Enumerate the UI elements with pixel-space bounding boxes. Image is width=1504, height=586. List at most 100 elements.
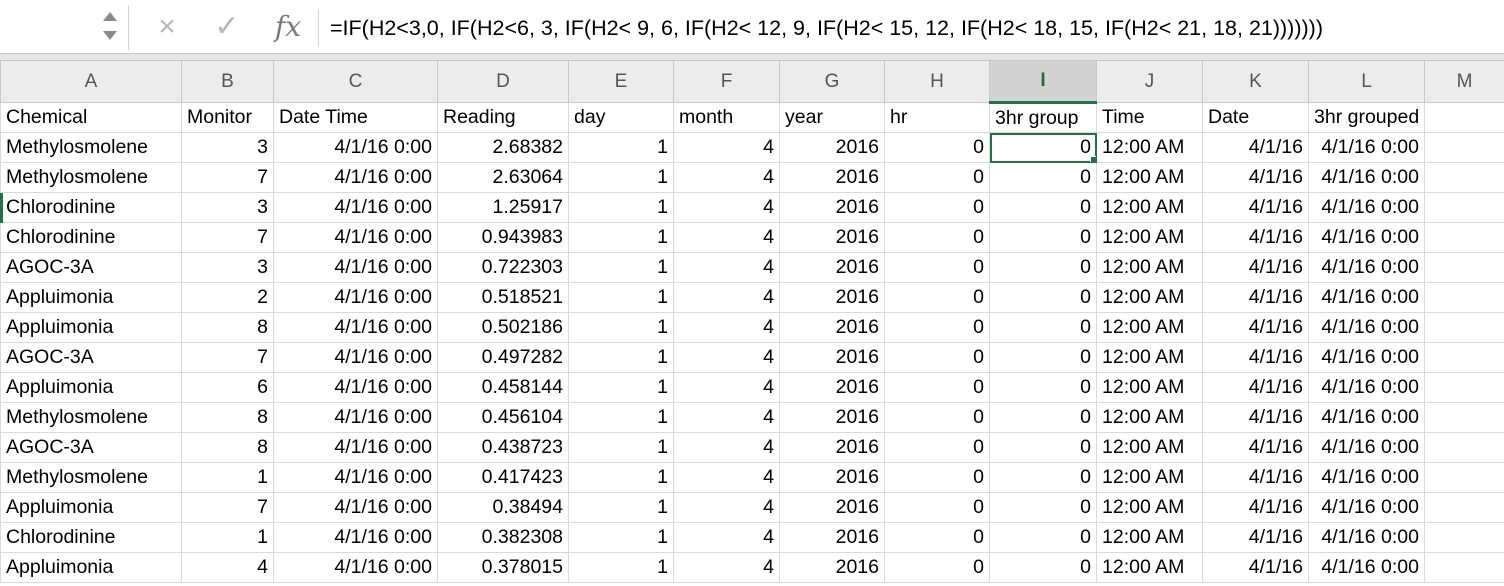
- cell[interactable]: 12:00 AM: [1096, 342, 1203, 373]
- column-header-f[interactable]: F: [673, 60, 780, 103]
- cell[interactable]: 0: [989, 342, 1097, 373]
- cell[interactable]: 0: [989, 222, 1097, 253]
- cell[interactable]: 0.438723: [437, 432, 569, 463]
- cell[interactable]: Methylosmolene: [0, 462, 182, 493]
- cell[interactable]: 0: [989, 312, 1097, 343]
- cell[interactable]: [1424, 102, 1504, 133]
- cell[interactable]: 2016: [779, 222, 885, 253]
- cell[interactable]: 1: [568, 432, 674, 463]
- cell[interactable]: 0.456104: [437, 402, 569, 433]
- cell[interactable]: [1424, 252, 1504, 283]
- cell[interactable]: 4/1/16 0:00: [1308, 342, 1425, 373]
- cell[interactable]: 1: [568, 372, 674, 403]
- cell[interactable]: 4: [673, 552, 780, 583]
- cell[interactable]: [1424, 132, 1504, 163]
- cell[interactable]: 4: [673, 522, 780, 553]
- cell[interactable]: [1424, 342, 1504, 373]
- cell[interactable]: 12:00 AM: [1096, 312, 1203, 343]
- cell[interactable]: 4: [673, 132, 780, 163]
- cell[interactable]: 4/1/16 0:00: [273, 342, 438, 373]
- cell[interactable]: 0: [884, 552, 990, 583]
- cell[interactable]: 4/1/16 0:00: [1308, 252, 1425, 283]
- cell[interactable]: [1424, 402, 1504, 433]
- cell[interactable]: 4/1/16 0:00: [1308, 462, 1425, 493]
- column-header-m[interactable]: M: [1424, 60, 1504, 103]
- cell[interactable]: 3hr group: [989, 102, 1097, 133]
- cell[interactable]: 4: [673, 432, 780, 463]
- cell[interactable]: 12:00 AM: [1096, 252, 1203, 283]
- cell[interactable]: 0: [884, 492, 990, 523]
- cell[interactable]: [1424, 192, 1504, 223]
- fx-icon[interactable]: fx: [270, 8, 306, 46]
- cell[interactable]: Chlorodinine: [0, 192, 182, 223]
- cell[interactable]: 4: [673, 342, 780, 373]
- cell[interactable]: AGOC-3A: [0, 342, 182, 373]
- cell[interactable]: 0: [989, 462, 1097, 493]
- cell[interactable]: 12:00 AM: [1096, 552, 1203, 583]
- column-header-k[interactable]: K: [1202, 60, 1309, 103]
- fill-handle[interactable]: [1090, 156, 1096, 162]
- cell[interactable]: 0.378015: [437, 552, 569, 583]
- cell[interactable]: 1: [568, 222, 674, 253]
- cell[interactable]: 7: [181, 492, 274, 523]
- cell[interactable]: 0: [884, 312, 990, 343]
- cell[interactable]: year: [779, 102, 885, 133]
- cell[interactable]: 4: [673, 492, 780, 523]
- name-box-stepper[interactable]: [100, 6, 120, 46]
- cell[interactable]: 4/1/16 0:00: [273, 312, 438, 343]
- cell[interactable]: Time: [1096, 102, 1203, 133]
- cell[interactable]: 0.518521: [437, 282, 569, 313]
- cell[interactable]: 4/1/16: [1202, 222, 1309, 253]
- cell[interactable]: 1: [568, 162, 674, 193]
- cell[interactable]: Monitor: [181, 102, 274, 133]
- cell[interactable]: 12:00 AM: [1096, 192, 1203, 223]
- cell[interactable]: 0.382308: [437, 522, 569, 553]
- column-header-h[interactable]: H: [884, 60, 990, 103]
- cell[interactable]: Date: [1202, 102, 1309, 133]
- cell[interactable]: Chlorodinine: [0, 522, 182, 553]
- cell[interactable]: 0: [989, 402, 1097, 433]
- cell[interactable]: [1424, 372, 1504, 403]
- cell[interactable]: 4/1/16: [1202, 342, 1309, 373]
- cell[interactable]: 4: [673, 222, 780, 253]
- cell[interactable]: 4/1/16: [1202, 312, 1309, 343]
- cell[interactable]: 7: [181, 162, 274, 193]
- cell[interactable]: [1424, 432, 1504, 463]
- formula-input[interactable]: =IF(H2<3,0, IF(H2<6, 3, IF(H2< 9, 6, IF(…: [330, 8, 1500, 48]
- cell[interactable]: 4/1/16 0:00: [1308, 192, 1425, 223]
- cell[interactable]: 4/1/16 0:00: [273, 222, 438, 253]
- cell[interactable]: 12:00 AM: [1096, 402, 1203, 433]
- cell[interactable]: 0.417423: [437, 462, 569, 493]
- cell[interactable]: 0: [884, 282, 990, 313]
- cell[interactable]: 1: [568, 492, 674, 523]
- cell[interactable]: 0.943983: [437, 222, 569, 253]
- cell[interactable]: 4/1/16 0:00: [1308, 522, 1425, 553]
- chevron-up-icon[interactable]: [103, 12, 117, 21]
- cell[interactable]: 4/1/16: [1202, 162, 1309, 193]
- cell[interactable]: Methylosmolene: [0, 132, 182, 163]
- cell[interactable]: 4: [181, 552, 274, 583]
- cell[interactable]: 4/1/16 0:00: [273, 282, 438, 313]
- cell[interactable]: 4/1/16 0:00: [273, 522, 438, 553]
- cell[interactable]: 4: [673, 402, 780, 433]
- cell[interactable]: 0: [989, 492, 1097, 523]
- cell[interactable]: 8: [181, 402, 274, 433]
- column-header-b[interactable]: B: [181, 60, 274, 103]
- cell[interactable]: 4/1/16 0:00: [1308, 312, 1425, 343]
- cell[interactable]: 8: [181, 312, 274, 343]
- cell[interactable]: 0: [989, 192, 1097, 223]
- cell[interactable]: 0: [884, 522, 990, 553]
- cell[interactable]: [1424, 492, 1504, 523]
- name-box[interactable]: [0, 6, 100, 46]
- cell[interactable]: [1424, 282, 1504, 313]
- cell[interactable]: 4/1/16: [1202, 192, 1309, 223]
- cell[interactable]: 0: [884, 192, 990, 223]
- cell[interactable]: 0: [884, 402, 990, 433]
- cell[interactable]: month: [673, 102, 780, 133]
- cell[interactable]: 4/1/16 0:00: [1308, 372, 1425, 403]
- column-header-g[interactable]: G: [779, 60, 885, 103]
- cell[interactable]: 12:00 AM: [1096, 282, 1203, 313]
- cell[interactable]: 4: [673, 162, 780, 193]
- cell[interactable]: 3: [181, 132, 274, 163]
- cell[interactable]: 3: [181, 252, 274, 283]
